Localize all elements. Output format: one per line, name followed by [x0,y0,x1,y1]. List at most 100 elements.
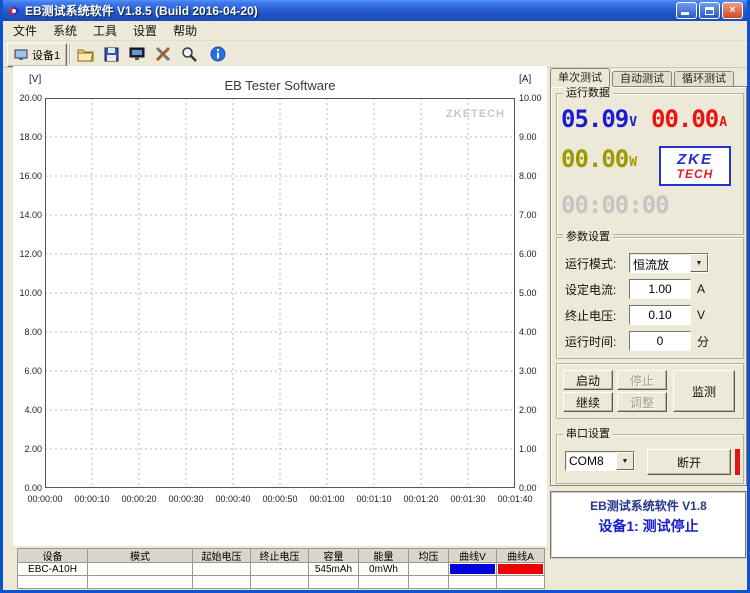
menubar: 文件 系统 工具 设置 帮助 [3,21,747,41]
app-icon [7,4,21,18]
param-label: 运行时间: [565,334,617,349]
power-value: 00.00 [561,145,629,173]
params-group-title: 参数设置 [563,230,613,244]
table-cell [251,576,309,589]
titlebar[interactable]: EB测试系统软件 V1.8.5 (Build 2016-04-20) × [3,0,747,21]
display-icon[interactable] [127,44,147,64]
y-axis-tick-right: 0.00 [519,483,537,493]
y-axis-tick-right: 5.00 [519,288,537,298]
zoom-icon[interactable] [179,44,199,64]
status-box: EB测试系统软件 V1.8 设备1: 测试停止 [550,491,747,559]
table-header-row: 设备 模式 起始电压 终止电压 容量 能量 均压 曲线V 曲线A [18,549,545,563]
app-window: EB测试系统软件 V1.8.5 (Build 2016-04-20) × 文件系… [0,0,750,593]
table-header-cell: 容量 [309,549,359,563]
y-axis-tick-left: 18.00 [19,132,42,142]
x-axis-tick: 00:00:30 [168,494,204,504]
chevron-down-icon[interactable]: ▼ [616,452,634,470]
param-row: 设定电流: 1.00 A [557,276,743,302]
chart-panel: EB Tester Software [V] [A] ZKETECH 20.00… [13,66,547,546]
run-data-group: 运行数据 05.09 V 00.00 A 00.00 W ZKE TECH 00… [556,86,744,235]
menu-item[interactable]: 帮助 [165,21,205,40]
start-button[interactable]: 启动 [563,370,613,390]
table-header-cell: 曲线A [497,549,545,563]
x-axis-tick: 00:01:30 [450,494,486,504]
voltage-display: 05.09 V [561,107,637,131]
curve-v-cell [449,576,497,589]
param-label: 运行模式: [565,256,617,271]
com-port-select[interactable]: COM8 ▼ [565,451,635,471]
maximize-button[interactable] [699,2,720,19]
table-cell [251,563,309,576]
maximize-icon [705,6,714,15]
table-header-cell: 均压 [409,549,449,563]
power-unit: W [629,155,638,170]
run-mode-select[interactable]: 恒流放 ▼ [629,253,709,273]
param-input[interactable]: 0.10 [629,305,691,325]
y-axis-tick-right: 8.00 [519,171,537,181]
params-rows: 运行模式: 恒流放 ▼ 设定电流: 1.00 A 终止电压: 0.10 V 运行时间: 0 分 [557,250,743,354]
chart-title: EB Tester Software [224,78,336,93]
close-button[interactable]: × [722,2,743,19]
minimize-button[interactable] [676,2,697,19]
menu-item[interactable]: 设置 [125,21,165,40]
table-row[interactable]: EBC-A10H 545mAh 0mWh [18,563,545,576]
table-cell [409,563,449,576]
window-title: EB测试系统软件 V1.8.5 (Build 2016-04-20) [25,4,258,18]
disconnect-button[interactable]: 断开 [647,449,731,475]
chart-grid [45,98,515,488]
x-axis-tick: 00:00:00 [27,494,63,504]
param-input[interactable]: 1.00 [629,279,691,299]
tab[interactable]: 单次测试 [550,68,610,87]
curve-a-cell-swatch [498,564,543,574]
x-axis-tick: 00:01:40 [497,494,533,504]
tab-strip: 单次测试 自动测试 循环测试 [550,68,736,87]
table-cell [193,576,251,589]
y-axis-tick-right: 3.00 [519,366,537,376]
y-axis-tick-left: 6.00 [24,366,42,376]
chevron-down-icon[interactable]: ▼ [690,254,708,272]
curve-v-cell-swatch [450,564,495,574]
tools-icon[interactable] [153,44,173,64]
y-axis-tick-left: 16.00 [19,171,42,181]
device-icon [14,49,28,60]
y-axis-tick-right: 4.00 [519,327,537,337]
y-axis-tick-left: 2.00 [24,444,42,454]
x-axis-tick: 00:00:20 [121,494,157,504]
table-cell [359,576,409,589]
logo-line1: ZKE [677,150,713,168]
param-row: 运行模式: 恒流放 ▼ [557,250,743,276]
curve-a-cell [497,576,545,589]
info-icon[interactable] [208,44,228,64]
y-axis-tick-left: 12.00 [19,249,42,259]
power-display: 00.00 W [561,145,638,173]
table-header-cell: 终止电压 [251,549,309,563]
open-icon[interactable] [75,44,95,64]
current-display: 00.00 A [651,107,727,131]
table-cell: 545mAh [309,563,359,576]
tab[interactable]: 自动测试 [612,71,672,87]
chart-watermark: ZKETECH [446,108,505,120]
serial-group: 串口设置 COM8 ▼ 断开 [556,427,744,484]
continue-button[interactable]: 继续 [563,392,613,412]
monitor-button[interactable]: 监测 [673,370,735,412]
result-table: 设备 模式 起始电压 终止电压 容量 能量 均压 曲线V 曲线A EBC-A10H 545mAh 0m… [17,548,545,589]
table-cell [309,576,359,589]
device-button[interactable]: 设备1 [7,43,68,67]
menu-item[interactable]: 文件 [5,21,45,40]
tab[interactable]: 循环测试 [674,71,734,87]
save-icon[interactable] [101,44,121,64]
curve-a-cell [497,563,545,576]
table-row[interactable] [18,576,545,589]
table-header-cell: 设备 [18,549,88,563]
param-input[interactable]: 0 [629,331,691,351]
menu-item[interactable]: 工具 [85,21,125,40]
adjust-button[interactable]: 调整 [617,392,667,412]
x-axis-tick: 00:00:50 [262,494,298,504]
param-unit: V [697,308,706,322]
table-cell [18,576,88,589]
table-cell: EBC-A10H [18,563,88,576]
menu-item[interactable]: 系统 [45,21,85,40]
table-header-cell: 起始电压 [193,549,251,563]
stop-button[interactable]: 停止 [617,370,667,390]
left-axis-unit: [V] [29,74,42,85]
